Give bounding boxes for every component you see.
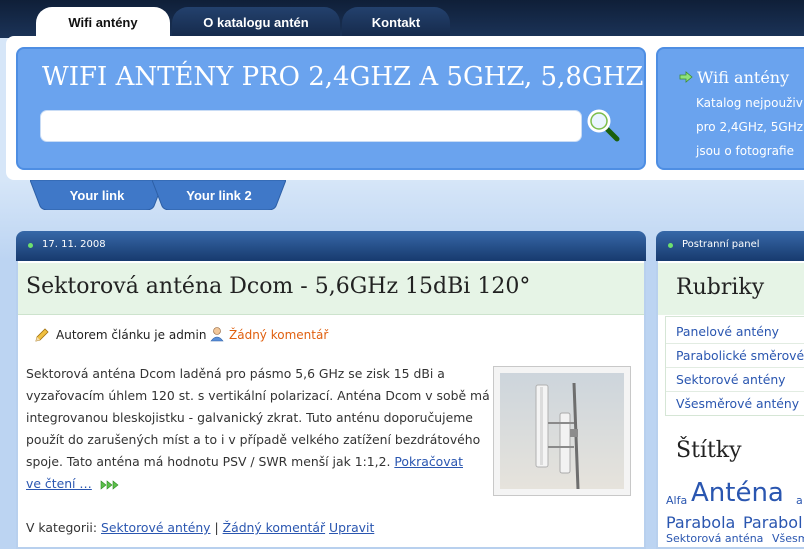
sidebar-bar-title: Postranní panel [682, 239, 760, 250]
tag-link[interactable]: Parabol [743, 513, 803, 532]
tab-wifi-anteny[interactable]: Wifi antény [36, 7, 170, 38]
magnifier-icon [587, 109, 620, 142]
tag-link[interactable]: Alfa [666, 494, 687, 507]
rubrika-item[interactable]: Panelové antény [676, 324, 779, 339]
double-arrow-icon [100, 479, 119, 490]
edit-link[interactable]: Upravit [329, 520, 374, 535]
rubrika-item[interactable]: Parabolické směrové [676, 348, 804, 363]
pencil-icon [35, 328, 49, 342]
post-date: 17. 11. 2008 [42, 239, 106, 250]
user-icon [210, 327, 224, 342]
antenna-photo [500, 373, 624, 489]
stitky-heading: Štítky [676, 438, 742, 463]
post-text-line: použít do zarušených míst a to i v přípa… [26, 432, 481, 447]
category-label: V kategorii: [26, 520, 98, 535]
info-line: Katalog nejpouživ [696, 96, 803, 110]
subnav-label: Your link 2 [186, 187, 252, 203]
rubrika-item[interactable]: Všesměrové antény [676, 396, 799, 411]
post-image-frame[interactable] [493, 366, 631, 496]
category-link[interactable]: Sektorové antény [101, 520, 211, 535]
footer-comments-link[interactable]: Žádný komentář [223, 520, 325, 535]
post-footer: V kategorii: Sektorové antény | Žádný ko… [26, 520, 374, 535]
post-author: Autorem článku je admin [56, 328, 207, 342]
bullet-icon [28, 243, 33, 248]
info-title[interactable]: Wifi antény [697, 68, 789, 87]
subnav-link-2[interactable]: Your link 2 [152, 180, 286, 210]
post-date-bar: 17. 11. 2008 [16, 231, 646, 261]
subnav-link-1[interactable]: Your link [30, 180, 164, 210]
read-more-link[interactable]: Pokračovat [394, 454, 463, 469]
tag-link[interactable]: Anténa [691, 478, 784, 508]
tag-link[interactable]: a [796, 494, 803, 507]
tab-kontakt[interactable]: Kontakt [342, 7, 450, 38]
subnav-label: Your link [69, 187, 125, 203]
site-title: WIFI ANTÉNY PRO 2,4GHZ A 5GHZ, 5,8GHZ [42, 62, 644, 92]
info-line: pro 2,4GHz, 5GHz [696, 120, 804, 134]
tag-link[interactable]: Parabola [666, 513, 735, 532]
comments-link[interactable]: Žádný komentář [229, 328, 328, 342]
divider [666, 367, 804, 368]
search-button[interactable] [586, 108, 622, 144]
post-text-line: integrovanou bleskojistku - galvanický z… [26, 410, 473, 425]
divider [666, 391, 804, 392]
post-title[interactable]: Sektorová anténa Dcom - 5,6GHz 15dBi 120… [26, 274, 530, 299]
info-line: jsou o fotografie [696, 144, 794, 158]
search-input[interactable] [40, 110, 582, 142]
bullet-icon [668, 243, 673, 248]
post-text-line: vyzařovacím úhlem 120 st. s vertikální p… [26, 388, 490, 403]
read-more-line: ve čtení … [26, 476, 120, 491]
sidebar-bar: Postranní panel [656, 231, 804, 261]
divider [666, 343, 804, 344]
rubrika-item[interactable]: Sektorové antény [676, 372, 786, 387]
arrow-right-icon [679, 71, 693, 83]
separator: | [214, 520, 219, 535]
post-text-line-end: spoje. Tato anténa má hodnotu PSV / SWR … [26, 454, 395, 469]
read-more-link-2[interactable]: ve čtení … [26, 476, 92, 491]
tag-link[interactable]: Sektorová anténa [666, 532, 763, 545]
tab-o-katalogu[interactable]: O katalogu antén [172, 7, 340, 38]
rubriky-heading: Rubriky [676, 275, 765, 300]
post-text-line: Sektorová anténa Dcom laděná pro pásmo 5… [26, 366, 445, 381]
post-text-line: spoje. Tato anténa má hodnotu PSV / SWR … [26, 454, 463, 469]
tag-link[interactable]: Všesm [772, 532, 804, 545]
